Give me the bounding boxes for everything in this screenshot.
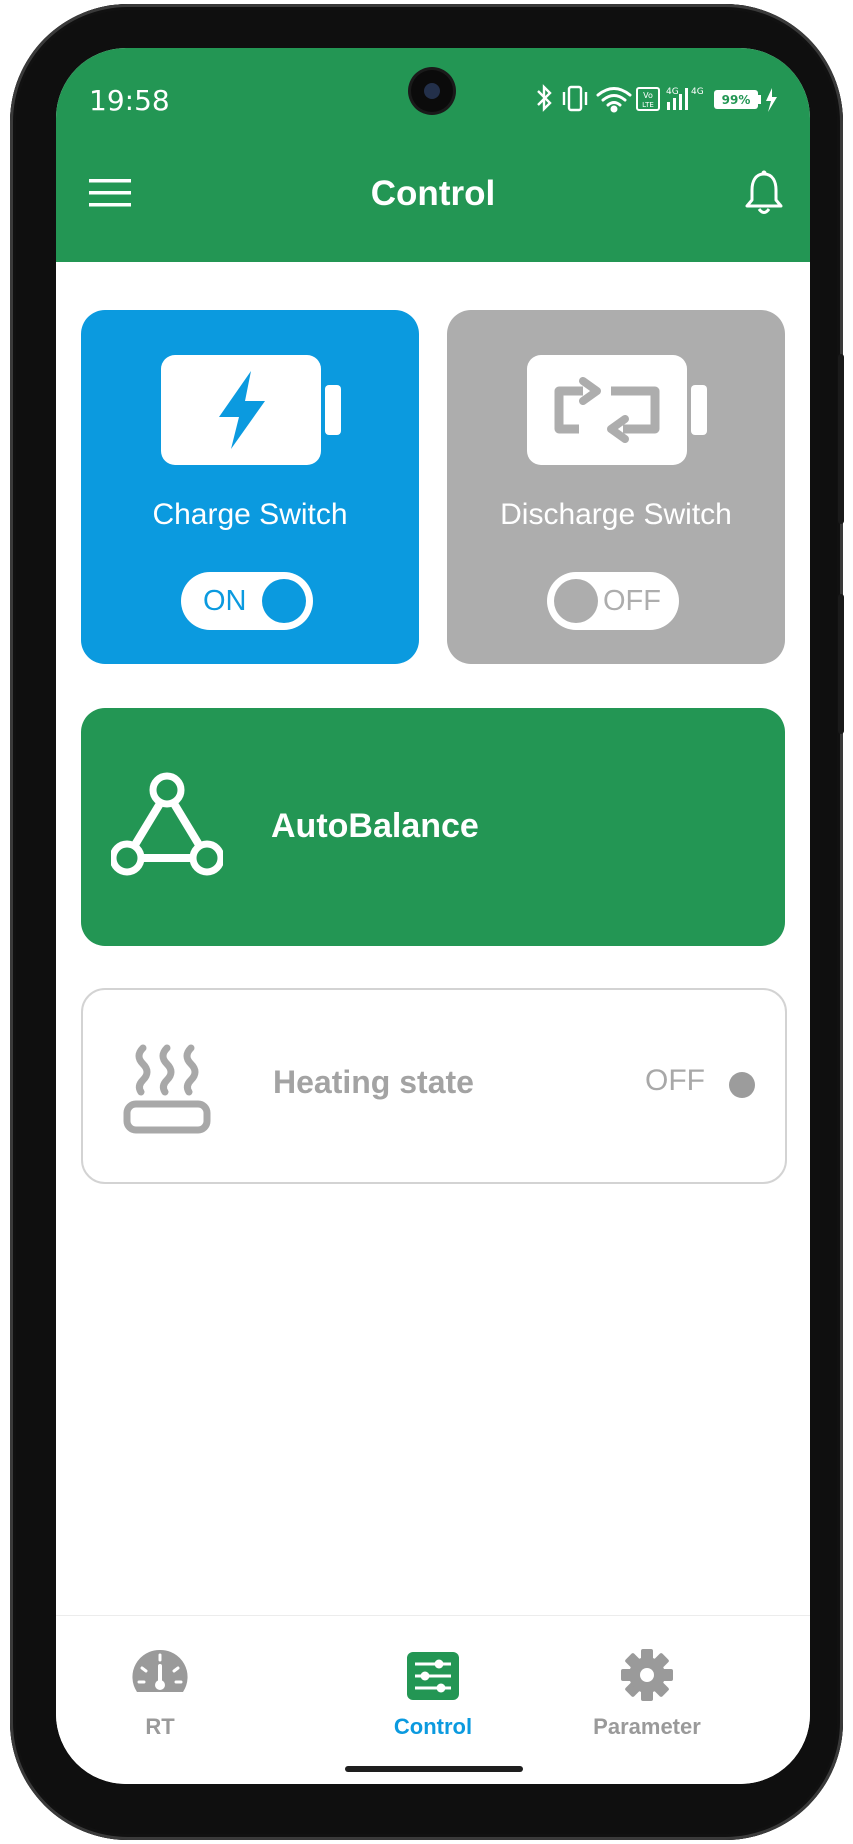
gear-icon	[621, 1649, 673, 1701]
svg-text:99%: 99%	[722, 93, 751, 107]
vibrate-icon	[562, 85, 588, 112]
svg-text:4G: 4G	[666, 87, 679, 97]
phone-frame: 19:58 Vo LTE 4G 4G 99% Control Charge Sw…	[10, 4, 844, 1840]
screen: 19:58 Vo LTE 4G 4G 99% Control Charge Sw…	[56, 48, 810, 1784]
heating-state-card: Heating state OFF	[81, 988, 787, 1184]
heating-state-value: OFF	[645, 1064, 705, 1097]
status-time: 19:58	[89, 84, 170, 117]
triangle-nodes-icon	[111, 772, 223, 876]
heating-state-label: Heating state	[273, 1064, 474, 1100]
discharge-switch-toggle[interactable]: OFF	[547, 572, 679, 630]
charge-switch-label: Charge Switch	[152, 498, 348, 531]
volume-button	[838, 594, 844, 734]
charge-toggle-text: ON	[203, 585, 247, 617]
heating-icon	[123, 1044, 211, 1134]
nav-label-control: Control	[393, 1714, 473, 1739]
nav-label-parameter: Parameter	[593, 1714, 701, 1739]
sliders-icon	[407, 1652, 459, 1700]
charge-switch-card[interactable]: Charge Switch ON	[81, 310, 419, 664]
battery-charging-icon	[161, 355, 341, 465]
toggle-knob	[262, 579, 306, 623]
nav-item-control[interactable]: Control	[333, 1616, 533, 1739]
home-indicator[interactable]	[345, 1766, 523, 1772]
nav-item-parameter[interactable]: Parameter	[547, 1616, 747, 1739]
front-camera	[411, 70, 453, 112]
page-title: Control	[370, 174, 496, 213]
battery-discharge-icon	[527, 355, 707, 465]
autobalance-card[interactable]: AutoBalance	[81, 708, 785, 946]
volte-icon: Vo LTE	[636, 87, 660, 111]
bluetooth-icon	[537, 84, 552, 112]
power-button	[838, 354, 844, 524]
autobalance-label: AutoBalance	[271, 807, 479, 845]
app-header: 19:58 Vo LTE 4G 4G 99% Control	[56, 48, 810, 262]
toggle-knob	[554, 579, 598, 623]
svg-text:LTE: LTE	[642, 101, 654, 109]
discharge-switch-label: Discharge Switch	[500, 498, 732, 531]
battery-icon: 99%	[714, 90, 761, 109]
nav-item-rt[interactable]: RT	[60, 1616, 260, 1739]
charging-icon	[766, 88, 777, 112]
nav-label-rt: RT	[145, 1714, 175, 1739]
svg-text:4G: 4G	[691, 87, 704, 97]
charge-switch-toggle[interactable]: ON	[181, 572, 313, 630]
svg-text:Vo: Vo	[643, 91, 653, 100]
bottom-navigation: RT Control Parameter	[56, 1615, 810, 1784]
signal-icon: 4G 4G	[666, 87, 704, 110]
discharge-toggle-text: OFF	[603, 585, 661, 617]
gauge-icon	[132, 1649, 188, 1692]
wifi-icon	[596, 87, 632, 113]
discharge-switch-card[interactable]: Discharge Switch OFF	[447, 310, 785, 664]
status-icons: Vo LTE 4G 4G 99%	[537, 84, 777, 113]
heating-status-indicator	[729, 1072, 755, 1098]
bell-icon[interactable]	[744, 170, 784, 216]
